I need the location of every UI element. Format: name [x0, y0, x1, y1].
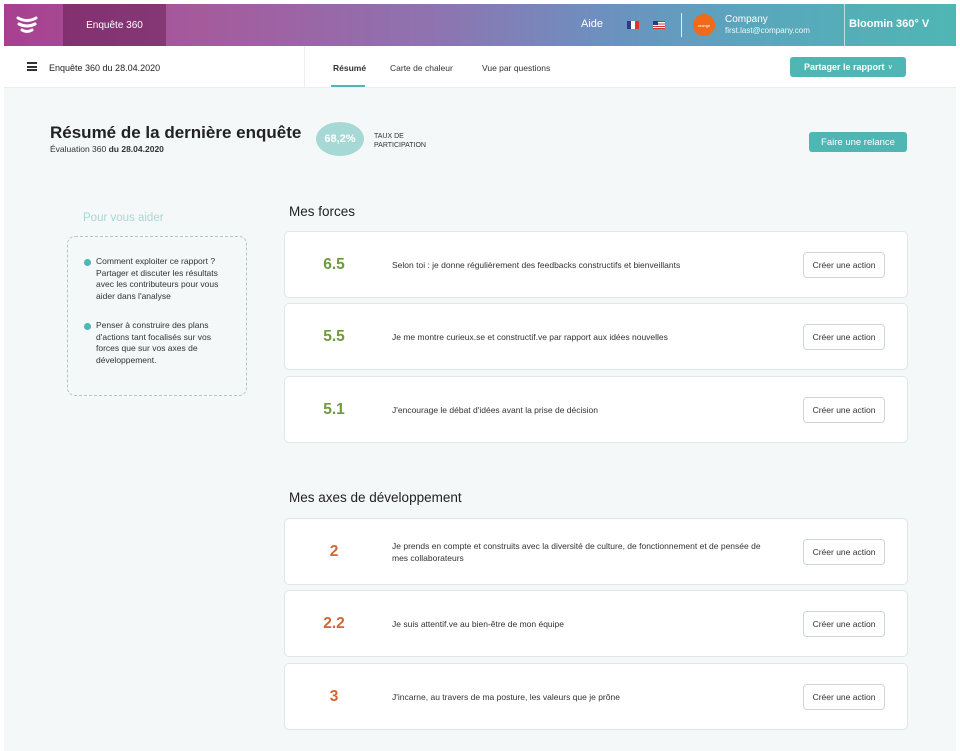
strength-statement: Je me montre curieux.se et constructif.v… — [392, 331, 668, 342]
app-tab-enquete-360[interactable]: Enquête 360 — [63, 4, 166, 46]
send-reminder-button[interactable]: Faire une relance — [809, 132, 907, 152]
company-email: first.last@company.com — [725, 26, 810, 35]
company-logo: orange — [693, 14, 715, 36]
help-title: Pour vous aider — [83, 212, 164, 224]
strength-statement: J'encourage le débat d'idées avant la pr… — [392, 404, 598, 415]
report-header: Enquête 360 du 28.04.2020 Résumé Carte d… — [4, 46, 956, 88]
development-score: 2.2 — [323, 614, 345, 632]
strength-card: 5.5 Je me montre curieux.se et construct… — [284, 303, 908, 370]
development-title: Mes axes de développement — [289, 490, 462, 505]
french-flag-icon[interactable] — [627, 21, 639, 29]
divider — [304, 46, 305, 88]
us-flag-icon[interactable] — [653, 21, 665, 29]
subtitle-date: du 28.04.2020 — [108, 144, 164, 154]
strength-card: 5.1 J'encourage le débat d'idées avant l… — [284, 376, 908, 443]
development-card: 3 J'incarne, au travers de ma posture, l… — [284, 663, 908, 730]
create-action-button[interactable]: Créer une action — [803, 684, 885, 710]
page-title: Résumé de la dernière enquête — [50, 123, 302, 142]
create-action-button[interactable]: Créer une action — [803, 397, 885, 423]
development-statement: J'incarne, au travers de ma posture, les… — [392, 691, 620, 702]
create-action-button[interactable]: Créer une action — [803, 252, 885, 278]
strengths-title: Mes forces — [289, 204, 356, 219]
page-subtitle: Évaluation 360 du 28.04.2020 — [50, 144, 164, 154]
tab-heatmap[interactable]: Carte de chaleur — [390, 63, 453, 73]
create-action-button[interactable]: Créer une action — [803, 539, 885, 565]
help-link[interactable]: Aide — [581, 18, 603, 30]
help-tip: Penser à construire des plans d'actions … — [84, 320, 236, 366]
active-tab-indicator — [331, 85, 365, 87]
share-report-label: Partager le rapport — [803, 62, 885, 72]
participation-rate-badge: 68,2% — [316, 122, 364, 156]
development-statement: Je suis attentif.ve au bien-être de mon … — [392, 618, 564, 629]
strength-card: 6.5 Selon toi : je donne régulièrement d… — [284, 231, 908, 298]
help-box: Comment exploiter ce rapport ? Partager … — [67, 236, 247, 396]
chevron-down-icon: v — [888, 63, 893, 71]
create-action-button[interactable]: Créer une action — [803, 611, 885, 637]
top-navigation-bar: Enquête 360 Aide orange Company first.la… — [4, 4, 956, 46]
strength-score: 5.5 — [323, 327, 345, 345]
development-score: 2 — [329, 542, 339, 560]
development-card: 2.2 Je suis attentif.ve au bien-être de … — [284, 590, 908, 657]
strength-statement: Selon toi : je donne régulièrement des f… — [392, 259, 681, 270]
menu-icon[interactable] — [27, 62, 37, 71]
share-report-button[interactable]: Partager le rapport v — [790, 57, 906, 77]
main-content: Résumé de la dernière enquête Évaluation… — [4, 88, 956, 751]
product-menu-dropdown[interactable]: Bloomin 360° V — [849, 18, 929, 30]
strength-score: 6.5 — [323, 255, 345, 273]
help-tip: Comment exploiter ce rapport ? Partager … — [84, 256, 236, 302]
subtitle-prefix: Évaluation 360 — [50, 144, 109, 154]
tab-questions[interactable]: Vue par questions — [482, 63, 550, 73]
development-statement: Je prends en compte et construits avec l… — [392, 540, 761, 563]
participation-rate-label: TAUX DE PARTICIPATION — [374, 133, 426, 149]
divider — [844, 4, 845, 46]
bloomin-logo-icon[interactable] — [4, 4, 50, 46]
development-score: 3 — [329, 687, 339, 705]
strength-score: 5.1 — [323, 400, 345, 418]
development-card: 2 Je prends en compte et construits avec… — [284, 518, 908, 585]
tab-resume[interactable]: Résumé — [333, 63, 366, 73]
survey-title: Enquête 360 du 28.04.2020 — [49, 63, 161, 73]
divider — [681, 13, 682, 37]
company-name[interactable]: Company — [725, 14, 768, 25]
create-action-button[interactable]: Créer une action — [803, 324, 885, 350]
